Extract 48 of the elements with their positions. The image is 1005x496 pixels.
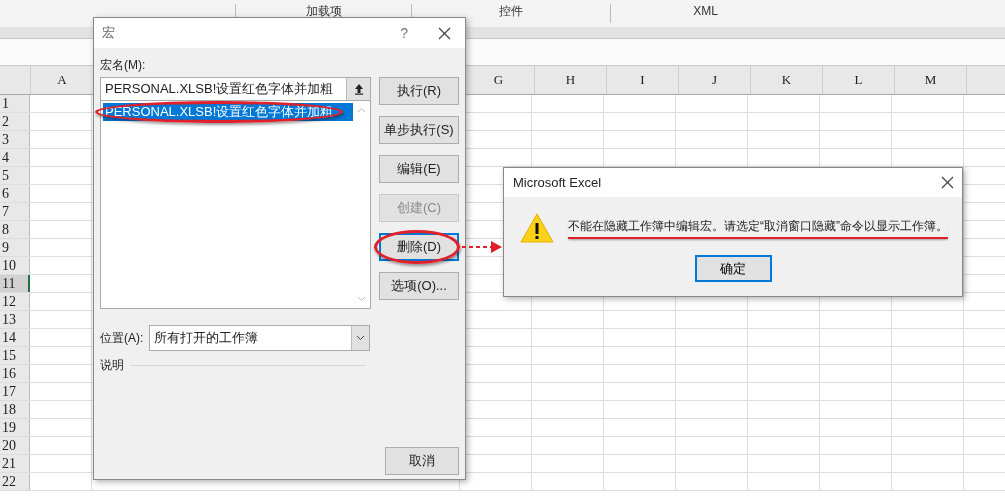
row-header[interactable]: 5 (0, 167, 30, 184)
dialog-button[interactable]: 编辑(E) (379, 155, 459, 183)
pointer-arrow (461, 240, 503, 254)
row-header[interactable]: 17 (0, 383, 30, 400)
row-header[interactable]: 9 (0, 239, 30, 256)
row-header[interactable]: 11 (0, 275, 30, 292)
column-header[interactable]: L (823, 66, 895, 94)
row-header[interactable]: 21 (0, 455, 30, 472)
warning-icon (520, 213, 554, 243)
section-label: 说明 (100, 357, 124, 374)
row-header[interactable]: 19 (0, 419, 30, 436)
close-icon[interactable] (438, 26, 451, 40)
row-header[interactable]: 8 (0, 221, 30, 238)
dialog-button[interactable]: 单步执行(S) (379, 116, 459, 144)
row-header[interactable]: 3 (0, 131, 30, 148)
close-icon[interactable] (941, 176, 954, 189)
ok-button[interactable]: 确定 (694, 255, 772, 282)
row-header[interactable]: 4 (0, 149, 30, 166)
column-header[interactable]: H (535, 66, 607, 94)
help-button[interactable]: ? (400, 25, 408, 41)
row-header[interactable]: 13 (0, 311, 30, 328)
dialog-button[interactable]: 选项(O)... (379, 272, 459, 300)
row-header[interactable]: 6 (0, 185, 30, 202)
row-header[interactable]: 16 (0, 365, 30, 382)
row-header[interactable]: 12 (0, 293, 30, 310)
ribbon-group-label: XML (610, 4, 800, 23)
row-header[interactable]: 15 (0, 347, 30, 364)
error-message: 不能在隐藏工作簿中编辑宏。请选定“取消窗口隐藏”命令以显示工作簿。 (568, 217, 948, 239)
column-header[interactable]: I (607, 66, 679, 94)
column-header[interactable]: J (679, 66, 751, 94)
row-header[interactable]: 14 (0, 329, 30, 346)
field-label: 宏名(M): (100, 57, 147, 73)
row-header[interactable]: 10 (0, 257, 30, 274)
dialog-button[interactable]: 删除(D) (379, 233, 459, 261)
chevron-down-icon[interactable] (356, 335, 366, 341)
row-header[interactable]: 1 (0, 95, 30, 112)
column-header[interactable]: K (751, 66, 823, 94)
field-label: 位置(A): (100, 329, 144, 347)
column-header[interactable]: M (895, 66, 967, 94)
row-header[interactable]: 7 (0, 203, 30, 220)
row-header[interactable]: 20 (0, 437, 30, 454)
row-header[interactable]: 2 (0, 113, 30, 130)
dialog-title: Microsoft Excel (513, 175, 603, 190)
row-header[interactable]: 18 (0, 401, 30, 418)
cancel-button[interactable]: 取消 (385, 447, 459, 475)
row-header[interactable]: 22 (0, 473, 30, 490)
dialog-button[interactable]: 执行(R) (379, 77, 459, 105)
dialog-title: 宏 (102, 24, 116, 42)
